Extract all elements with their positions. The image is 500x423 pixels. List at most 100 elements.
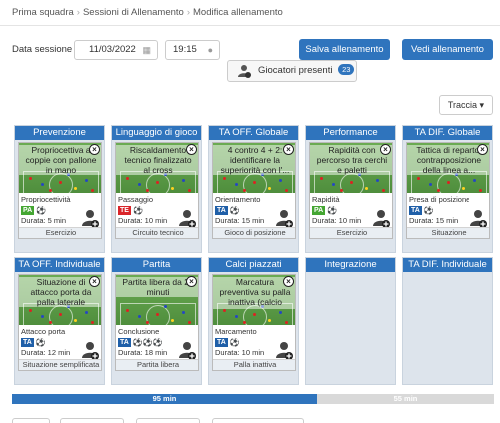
player-dot	[447, 181, 450, 184]
exercise-tags: TA ⚽	[409, 205, 469, 216]
player-dot	[473, 179, 476, 182]
exercise-tags: TA ⚽	[215, 205, 275, 216]
breadcrumb-item-current: Modifica allenamento	[193, 7, 283, 18]
assign-players-icon[interactable]	[469, 209, 487, 229]
column-title: Partita	[112, 258, 201, 272]
present-players-button[interactable]: Giocatori presenti 23	[227, 60, 357, 82]
board-column[interactable]: TA DIF. Globale Tattica di reparto: contr…	[402, 125, 493, 253]
exercise-category: Rapidità	[312, 195, 340, 204]
breadcrumb-item-sessions[interactable]: Sessioni di Allenamento	[83, 7, 184, 18]
exercise-tag-badge: TA	[215, 205, 228, 215]
player-dot	[126, 177, 129, 180]
session-time-field[interactable]: 19:15 ●	[165, 40, 220, 60]
board-column[interactable]: Prevenzione Propriocettiva a coppie con p…	[14, 125, 105, 253]
ball-icon: ⚽	[327, 205, 338, 215]
player-dot	[479, 189, 482, 192]
exercise-tags: PA ⚽	[21, 205, 81, 216]
board-column[interactable]: TA DIF. Individuale	[402, 257, 493, 385]
exercise-tags: TA ⚽	[21, 337, 81, 348]
column-title: Linguaggio di gioco	[112, 126, 201, 140]
view-session-button[interactable]: Vedi allenamento	[402, 39, 493, 60]
session-date-field[interactable]: 11/03/2022 ▦	[74, 40, 158, 60]
exercise-info: Propriocettività PA ⚽ Durata: 5 min	[21, 195, 81, 226]
exercise-card[interactable]: Rapidità con percorso tra cerchi e palet…	[309, 142, 393, 239]
exercise-duration: Durata: 10 min	[215, 348, 265, 357]
assign-players-icon[interactable]	[372, 209, 390, 229]
board-column[interactable]: Integrazione	[305, 257, 396, 385]
board-column[interactable]: Calci piazzati Marcatura preventiva su pa…	[208, 257, 299, 385]
exercise-card[interactable]: Partita libera da 20 minuti × Conclusione T…	[115, 274, 199, 371]
exercise-duration: Durata: 5 min	[21, 216, 67, 225]
bottom-button-stub[interactable]	[212, 418, 304, 423]
breadcrumb-separator: ›	[76, 7, 80, 18]
remove-card-icon[interactable]: ×	[89, 276, 100, 287]
player-dot	[138, 183, 141, 186]
assign-players-icon[interactable]	[81, 209, 99, 229]
player-dot	[171, 187, 174, 190]
player-dot	[223, 309, 226, 312]
player-dot	[146, 189, 149, 192]
exercise-duration: Durata: 18 min	[118, 348, 168, 357]
clock-icon: ●	[207, 45, 213, 55]
exercise-card[interactable]: Riscaldamento tecnico finalizzato al cro…	[115, 142, 199, 239]
remove-card-icon[interactable]: ×	[186, 144, 197, 155]
exercise-card[interactable]: 4 contro 4 + 2: identificare la superior…	[212, 142, 296, 239]
exercise-type: Situazione semplificata	[19, 359, 101, 370]
exercise-tag-badge: PA	[21, 205, 35, 215]
assign-players-icon[interactable]	[81, 341, 99, 361]
exercise-duration: Durata: 15 min	[215, 216, 265, 225]
bottom-button-stub[interactable]	[12, 418, 50, 423]
player-dot	[182, 179, 185, 182]
exercise-tags: TA ⚽⚽⚽	[118, 337, 178, 348]
track-dropdown-button[interactable]: Traccia ▾	[439, 95, 493, 115]
assign-players-icon[interactable]	[178, 209, 196, 229]
exercise-info: Presa di posizione TA ⚽ Durata: 15 min	[409, 195, 469, 226]
breadcrumb-item-team[interactable]: Prima squadra	[12, 7, 74, 18]
board-column[interactable]: Partita Partita libera da 20 minuti × Concl…	[111, 257, 202, 385]
exercise-card[interactable]: Situazione di attacco porta da palla lat…	[18, 274, 102, 371]
player-dot	[382, 189, 385, 192]
present-players-label: Giocatori presenti	[258, 65, 333, 76]
header-divider	[0, 25, 500, 26]
exercise-tags: TA ⚽	[215, 337, 275, 348]
board-column[interactable]: Linguaggio di gioco Riscaldamento tecnico…	[111, 125, 202, 253]
exercise-duration: Durata: 10 min	[312, 216, 362, 225]
board-column[interactable]: TA OFF. Globale 4 contro 4 + 2: identific…	[208, 125, 299, 253]
assign-players-icon[interactable]	[178, 341, 196, 361]
assign-players-icon[interactable]	[275, 341, 293, 361]
player-dot	[74, 187, 77, 190]
remove-card-icon[interactable]: ×	[380, 144, 391, 155]
exercise-tag-badge: TA	[21, 337, 34, 347]
exercise-card[interactable]: Marcatura preventiva su palla inattiva (…	[212, 274, 296, 371]
player-dot	[235, 315, 238, 318]
board-column[interactable]: Performance Rapidità con percorso tra cer…	[305, 125, 396, 253]
remove-card-icon[interactable]: ×	[89, 144, 100, 155]
bottom-button-stub[interactable]	[60, 418, 124, 423]
exercise-info: Orientamento TA ⚽ Durata: 15 min	[215, 195, 275, 226]
remove-card-icon[interactable]: ×	[477, 144, 488, 155]
player-dot	[320, 177, 323, 180]
player-dot	[41, 315, 44, 318]
player-dot	[279, 311, 282, 314]
exercise-tag-badge: PA	[312, 205, 326, 215]
player-dot	[74, 319, 77, 322]
exercise-info: Passaggio TE ⚽ Durata: 10 min	[118, 195, 178, 226]
player-dot	[350, 181, 353, 184]
exercise-card[interactable]: Tattica di reparto: contrapposizione del…	[406, 142, 490, 239]
player-dot	[365, 187, 368, 190]
player-dot	[29, 309, 32, 312]
bottom-button-stub[interactable]	[136, 418, 200, 423]
player-dot	[340, 189, 343, 192]
player-dot	[156, 313, 159, 316]
exercise-tag-badge: TA	[409, 205, 422, 215]
exercise-card[interactable]: Propriocettiva a coppie con pallone in m…	[18, 142, 102, 239]
remove-card-icon[interactable]: ×	[283, 276, 294, 287]
exercise-info: Rapidità PA ⚽ Durata: 10 min	[312, 195, 372, 226]
board-column[interactable]: TA OFF. Individuale Situazione di attacco…	[14, 257, 105, 385]
assign-players-icon[interactable]	[275, 209, 293, 229]
exercise-tag-badge: TE	[118, 205, 131, 215]
remove-card-icon[interactable]: ×	[186, 276, 197, 287]
exercise-type: Partita libera	[116, 359, 198, 370]
remove-card-icon[interactable]: ×	[283, 144, 294, 155]
save-session-button[interactable]: Salva allenamento	[299, 39, 390, 60]
